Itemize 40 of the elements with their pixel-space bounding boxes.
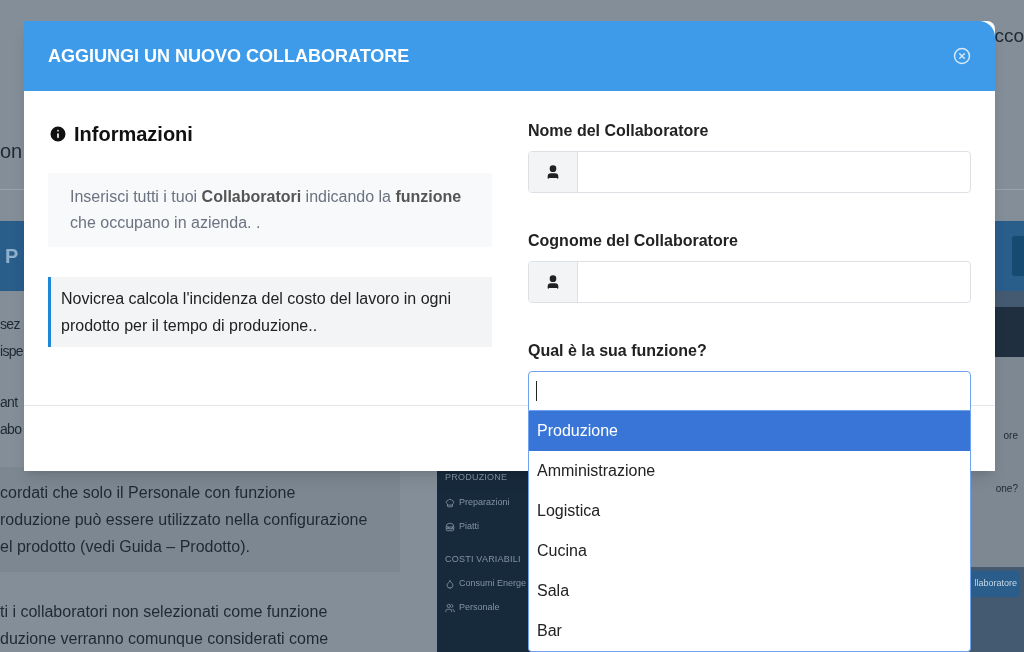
- dropdown-option[interactable]: Amministrazione: [529, 451, 970, 491]
- sidebar-item-icon: [445, 579, 455, 589]
- person-icon: [545, 164, 561, 180]
- sidebar-item-icon: [445, 497, 455, 508]
- text-input[interactable]: [528, 151, 971, 193]
- paragraph-fragment: abo: [0, 420, 22, 439]
- paragraph-line: duzione verranno comunque considerati come: [0, 629, 330, 649]
- info-icon: [48, 124, 68, 144]
- note-line: el prodotto (vedi Guida – Prodotto).: [0, 537, 251, 557]
- field-label: Cognome del Collaboratore: [528, 231, 739, 251]
- heading-fragment: on: [0, 138, 23, 164]
- paragraph-fragment: ant: [0, 393, 18, 412]
- person-icon: [545, 274, 561, 290]
- close-icon[interactable]: [953, 47, 971, 65]
- add-button[interactable]: llaboratore: [971, 571, 1020, 597]
- sidebar-section-title: COSTI VARIABILI: [445, 552, 521, 566]
- modal-title: AGGIUNGI UN NUOVO COLLABORATORE: [48, 44, 410, 68]
- dropdown-option[interactable]: Produzione: [529, 411, 970, 451]
- sidebar-item-icon: [445, 603, 455, 613]
- paragraph-line: ti i collaboratori non selezionati come funzione: [0, 602, 329, 622]
- note-line: roduzione può essere utilizzato nella configurazione: [0, 510, 369, 530]
- label-fragment: one?: [995, 482, 1018, 496]
- sidebar-item-icon: [445, 521, 455, 532]
- note-callout: Novicrea calcola l'incidenza del costo del lavoro in ogni prodotto per il tempo di produzione..: [48, 277, 492, 347]
- paragraph-fragment: sez: [0, 315, 20, 334]
- text-input[interactable]: [528, 261, 971, 303]
- info-text: Inserisci tutti i tuoi Collaboratori indicando la funzione che occupano in azienda. .: [48, 173, 492, 247]
- field-label: Qual è la sua funzione?: [528, 341, 708, 361]
- sidebar-section-title: PRODUZIONE: [445, 471, 508, 484]
- heading-fragment: cco: [994, 24, 1024, 49]
- dropdown-option[interactable]: Cucina: [529, 531, 970, 571]
- label-fragment: ore: [1003, 429, 1018, 443]
- info-heading: Informazioni: [74, 122, 193, 147]
- note-line: cordati che solo il Personale con funzione: [0, 483, 297, 503]
- field-label: Nome del Collaboratore: [528, 121, 710, 141]
- search-input[interactable]: [528, 371, 971, 411]
- band-title: P: [5, 244, 19, 270]
- paragraph-fragment: ispe: [0, 342, 23, 361]
- band-button[interactable]: [1012, 236, 1024, 277]
- dropdown-option[interactable]: Logistica: [529, 491, 970, 531]
